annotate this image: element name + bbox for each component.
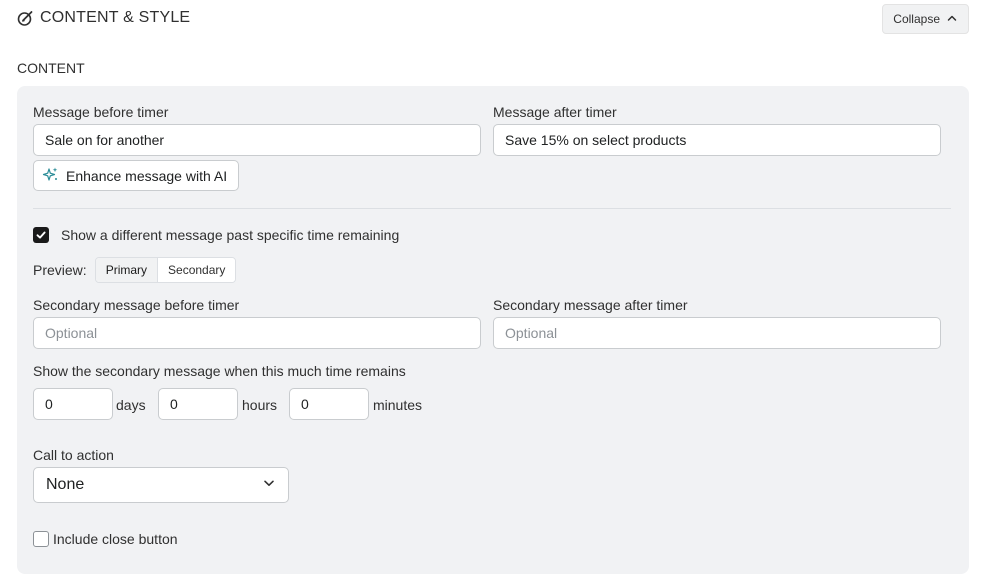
cta-value: None bbox=[46, 476, 85, 493]
page-title: CONTENT & STYLE bbox=[40, 9, 191, 26]
paint-brush-icon bbox=[17, 10, 34, 27]
section-header: CONTENT & STYLE Collapse bbox=[17, 4, 969, 36]
checkmark-icon bbox=[36, 231, 46, 239]
preview-segmented-control: Primary Secondary bbox=[94, 257, 237, 283]
section-label: CONTENT bbox=[17, 60, 85, 76]
different-message-checkbox-row[interactable]: Show a different message past specific t… bbox=[33, 227, 399, 243]
days-unit: days bbox=[116, 397, 146, 413]
chevron-up-icon bbox=[946, 12, 958, 27]
close-button-checkbox[interactable] bbox=[33, 531, 49, 547]
content-panel: Message before timer Message after timer… bbox=[17, 86, 969, 574]
collapse-label: Collapse bbox=[893, 12, 940, 26]
secondary-after-label: Secondary message after timer bbox=[493, 297, 688, 313]
sparkle-icon bbox=[42, 166, 59, 186]
secondary-after-input[interactable] bbox=[493, 317, 941, 349]
message-before-label: Message before timer bbox=[33, 104, 169, 120]
message-after-input[interactable] bbox=[493, 124, 941, 156]
days-input[interactable] bbox=[33, 388, 113, 420]
message-before-input[interactable] bbox=[33, 124, 481, 156]
divider bbox=[33, 208, 951, 209]
preview-secondary-button[interactable]: Secondary bbox=[158, 258, 236, 282]
header-title: CONTENT & STYLE bbox=[17, 9, 190, 27]
minutes-unit: minutes bbox=[373, 397, 423, 413]
preview-label: Preview: bbox=[33, 262, 87, 278]
enhance-ai-button[interactable]: Enhance message with AI bbox=[33, 160, 240, 191]
minutes-input[interactable] bbox=[289, 388, 369, 420]
cta-select[interactable]: None bbox=[33, 467, 289, 503]
time-remaining-label: Show the secondary message when this muc… bbox=[33, 363, 406, 379]
preview-toggle-row: Preview: Primary Secondary bbox=[33, 257, 237, 283]
collapse-button[interactable]: Collapse bbox=[882, 4, 969, 34]
enhance-ai-label: Enhance message with AI bbox=[66, 167, 228, 184]
different-message-label: Show a different message past specific t… bbox=[61, 227, 400, 243]
hours-unit: hours bbox=[242, 397, 278, 413]
close-button-checkbox-row[interactable]: Include close button bbox=[33, 531, 178, 547]
hours-input[interactable] bbox=[158, 388, 238, 420]
message-after-label: Message after timer bbox=[493, 104, 617, 120]
preview-primary-button[interactable]: Primary bbox=[95, 258, 159, 282]
different-message-checkbox[interactable] bbox=[33, 227, 49, 243]
cta-label: Call to action bbox=[33, 447, 114, 463]
secondary-before-label: Secondary message before timer bbox=[33, 297, 240, 313]
secondary-before-input[interactable] bbox=[33, 317, 481, 349]
close-button-label: Include close button bbox=[53, 531, 178, 547]
chevron-down-icon bbox=[262, 476, 276, 495]
